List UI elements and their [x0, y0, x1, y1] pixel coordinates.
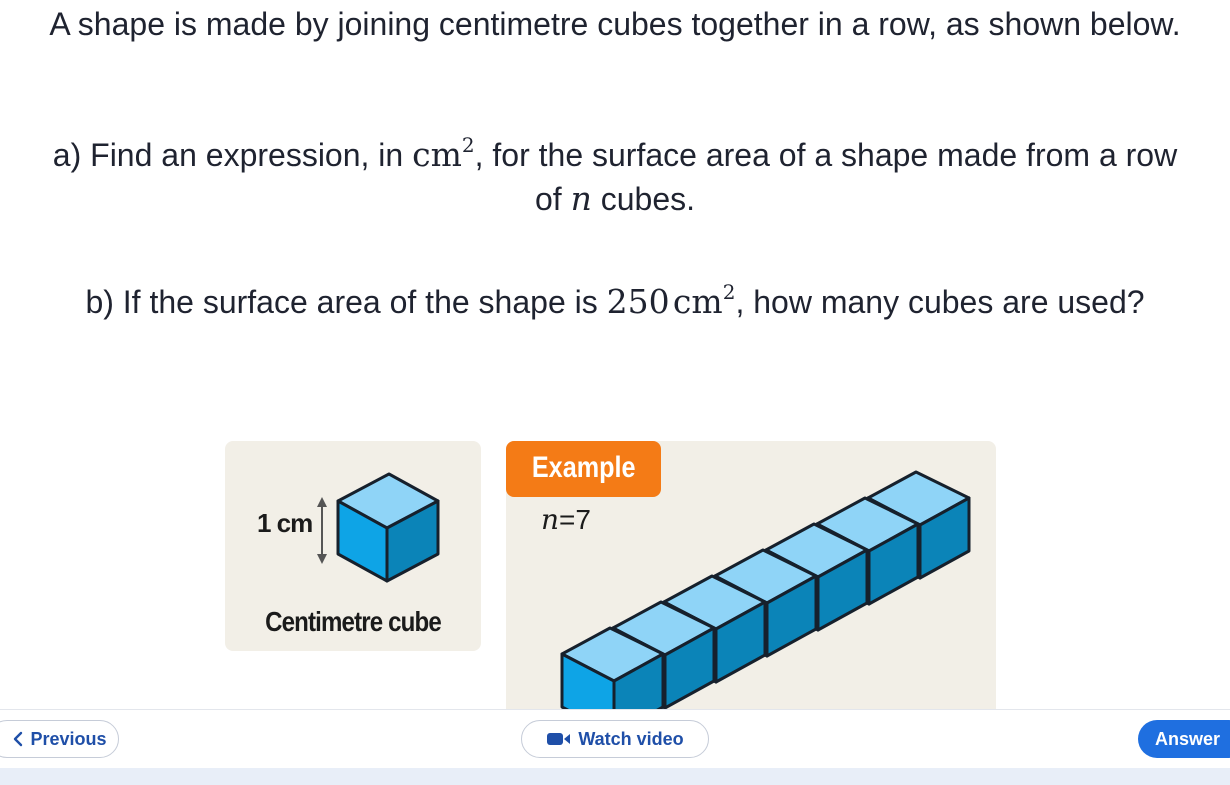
chevron-left-icon	[14, 731, 23, 747]
watch-video-label: Watch video	[578, 728, 684, 749]
dimension-arrow	[317, 497, 327, 564]
footer-divider	[0, 709, 1230, 710]
video-camera-icon	[547, 733, 571, 745]
previous-button[interactable]: Previous	[0, 720, 119, 758]
answer-button[interactable]: Answer	[1138, 720, 1230, 758]
cube-figure	[317, 470, 971, 709]
unit-cube	[336, 472, 440, 583]
cube-row	[560, 470, 971, 709]
previous-label: Previous	[30, 728, 107, 749]
footer-strip	[0, 768, 1230, 785]
answer-label: Answer	[1155, 728, 1221, 749]
watch-video-button[interactable]: Watch video	[521, 720, 709, 758]
